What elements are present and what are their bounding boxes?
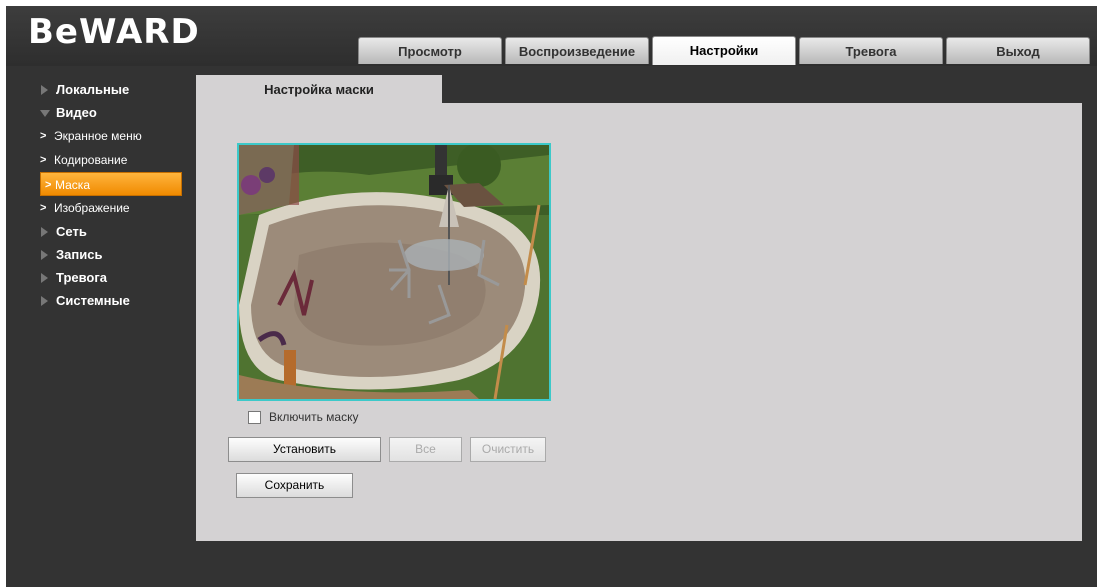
sidebar-subitem-label: Изображение (54, 201, 130, 215)
sidebar-item-local[interactable]: Локальные (6, 78, 196, 101)
sidebar-item-system[interactable]: Системные (6, 289, 196, 312)
tab-view[interactable]: Просмотр (358, 37, 502, 64)
header: BeWARD Просмотр Воспроизведение Настройк… (6, 6, 1097, 66)
triangle-right-icon (41, 85, 48, 95)
sidebar-item-video[interactable]: Видео (6, 101, 196, 124)
tab-alarm[interactable]: Тревога (799, 37, 943, 64)
tab-logout[interactable]: Выход (946, 37, 1090, 64)
triangle-right-icon (41, 250, 48, 260)
mask-settings-panel: Включить маску Установить Все Очистить С… (196, 103, 1082, 541)
sidebar-item-record[interactable]: Запись (6, 243, 196, 266)
enable-mask-label: Включить маску (269, 410, 359, 424)
tab-playback[interactable]: Воспроизведение (505, 37, 649, 64)
triangle-right-icon (41, 227, 48, 237)
sidebar-subitem-label: Маска (55, 178, 90, 192)
sidebar-subitem-label: Экранное меню (54, 129, 142, 143)
sidebar: Локальные Видео > Экранное меню > Кодиро… (6, 78, 196, 312)
all-button[interactable]: Все (389, 437, 462, 462)
chevron-right-icon: > (40, 130, 47, 142)
sidebar-item-label: Тревога (56, 270, 108, 285)
triangle-right-icon (41, 273, 48, 283)
triangle-right-icon (41, 296, 48, 306)
sidebar-item-alarm[interactable]: Тревога (6, 266, 196, 289)
triangle-down-icon (40, 110, 50, 117)
chevron-right-icon: > (45, 179, 52, 191)
sidebar-item-label: Локальные (56, 82, 130, 97)
beward-logo: BeWARD (28, 12, 200, 52)
sidebar-subitem-mask[interactable]: > Маска (40, 172, 182, 196)
app-frame: BeWARD Просмотр Воспроизведение Настройк… (6, 6, 1097, 587)
enable-mask-checkbox[interactable] (248, 410, 261, 424)
sidebar-item-label: Видео (56, 105, 97, 120)
sidebar-subitem-label: Кодирование (54, 153, 128, 167)
sidebar-item-label: Сеть (56, 224, 87, 239)
tab-mask-settings[interactable]: Настройка маски (196, 75, 442, 103)
video-preview[interactable] (237, 143, 551, 401)
sidebar-subitem-osd[interactable]: > Экранное меню (6, 124, 196, 148)
set-button[interactable]: Установить (228, 437, 381, 462)
sidebar-item-label: Системные (56, 293, 130, 308)
sidebar-subitem-image[interactable]: > Изображение (6, 196, 196, 220)
sidebar-item-network[interactable]: Сеть (6, 220, 196, 243)
enable-mask-row[interactable]: Включить маску (248, 410, 358, 424)
save-button[interactable]: Сохранить (236, 473, 353, 498)
sidebar-item-label: Запись (56, 247, 103, 262)
clear-button[interactable]: Очистить (470, 437, 546, 462)
sidebar-subitem-encoding[interactable]: > Кодирование (6, 148, 196, 172)
chevron-right-icon: > (40, 202, 47, 214)
chevron-right-icon: > (40, 154, 47, 166)
tab-settings[interactable]: Настройки (652, 36, 796, 65)
patio-camera-image (239, 145, 549, 399)
